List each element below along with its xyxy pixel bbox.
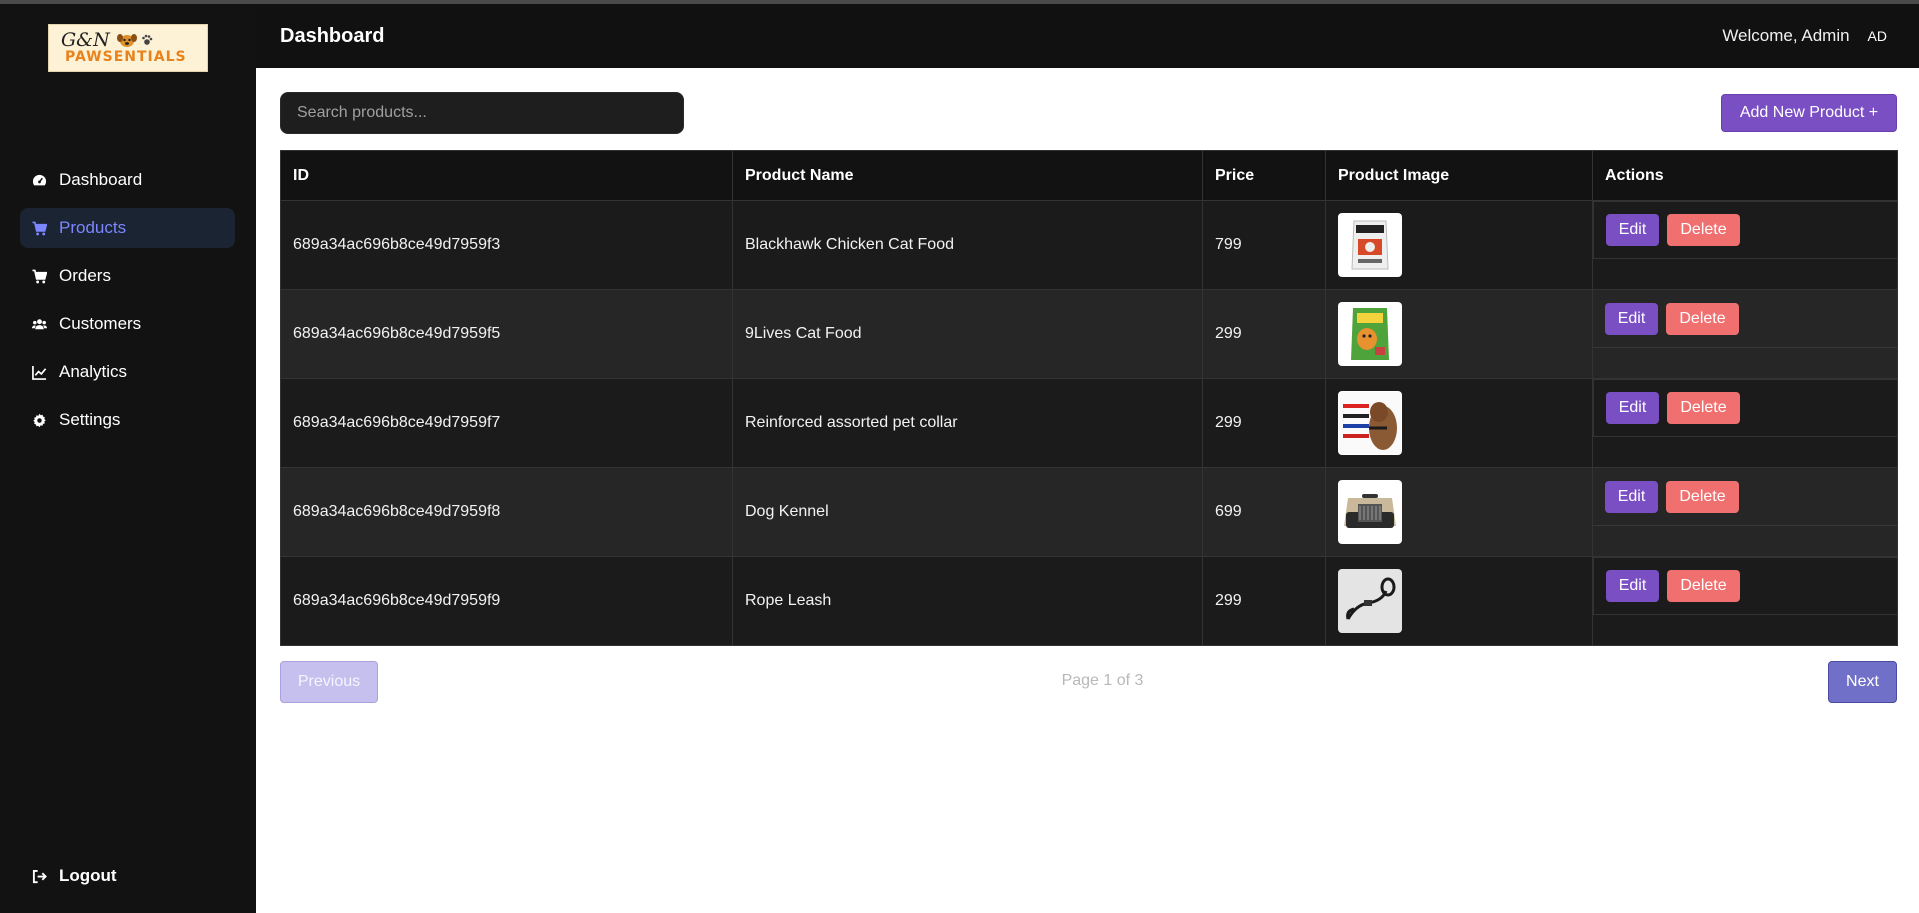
edit-button[interactable]: Edit xyxy=(1606,570,1659,602)
sidebar-item-label: Dashboard xyxy=(59,170,143,189)
brand-line2: PAWSENTIALS xyxy=(65,49,187,65)
product-image-cell xyxy=(1325,289,1593,379)
previous-page-button[interactable]: Previous xyxy=(280,661,378,703)
logout-label: Logout xyxy=(59,866,117,885)
edit-button[interactable]: Edit xyxy=(1606,214,1659,246)
brand-line1: G&N xyxy=(61,29,110,51)
chart-line-icon xyxy=(31,364,47,380)
product-name: Blackhawk Chicken Cat Food xyxy=(732,200,1203,290)
delete-button[interactable]: Delete xyxy=(1667,392,1740,424)
sidebar-item-label: Analytics xyxy=(59,362,128,381)
table-row: 689a34ac696b8ce49d7959f8 Dog Kennel 699 xyxy=(280,467,1898,557)
delete-button[interactable]: Delete xyxy=(1667,214,1740,246)
product-image[interactable] xyxy=(1338,391,1402,455)
product-id: 689a34ac696b8ce49d7959f3 xyxy=(280,200,733,290)
product-price: 799 xyxy=(1202,200,1326,290)
cart-icon xyxy=(31,220,47,236)
product-image[interactable] xyxy=(1338,213,1402,277)
user-area: Welcome, Admin AD xyxy=(1722,26,1887,46)
table-row: 689a34ac696b8ce49d7959f3 Blackhawk Chick… xyxy=(280,200,1898,290)
product-id: 689a34ac696b8ce49d7959f8 xyxy=(280,467,733,557)
brand-logo[interactable]: G&N PAWSENTIALS xyxy=(48,24,208,72)
table-header-row: ID Product Name Price Product Image Acti… xyxy=(280,150,1898,201)
column-header-image: Product Image xyxy=(1325,150,1593,201)
sign-out-icon xyxy=(31,868,47,884)
product-id: 689a34ac696b8ce49d7959f9 xyxy=(280,556,733,646)
product-name: Dog Kennel xyxy=(732,467,1203,557)
product-price: 299 xyxy=(1202,378,1326,468)
product-price: 299 xyxy=(1202,556,1326,646)
product-id: 689a34ac696b8ce49d7959f5 xyxy=(280,289,733,379)
sidebar-nav: Dashboard Products Orders Customers Anal… xyxy=(20,160,235,448)
product-image-cell xyxy=(1325,556,1593,646)
actions-cell: Edit Delete xyxy=(1592,200,1898,290)
table-row: 689a34ac696b8ce49d7959f9 Rope Leash 299 xyxy=(280,556,1898,646)
actions-cell: Edit Delete xyxy=(1592,378,1898,468)
welcome-text: Welcome, Admin xyxy=(1722,26,1850,45)
search-input[interactable] xyxy=(280,92,684,134)
table-row: 689a34ac696b8ce49d7959f5 9Lives Cat Food… xyxy=(280,289,1898,379)
dog-face-icon xyxy=(116,32,138,48)
product-name: Reinforced assorted pet collar xyxy=(732,378,1203,468)
sidebar-item-analytics[interactable]: Analytics xyxy=(20,352,235,392)
sidebar-item-orders[interactable]: Orders xyxy=(20,256,235,296)
top-header: Dashboard Welcome, Admin AD xyxy=(256,4,1919,68)
sidebar-item-label: Orders xyxy=(59,266,111,285)
edit-button[interactable]: Edit xyxy=(1605,480,1658,513)
next-page-button[interactable]: Next xyxy=(1828,661,1897,703)
product-price: 699 xyxy=(1202,467,1326,557)
cart-icon xyxy=(31,268,47,284)
avatar[interactable]: AD xyxy=(1868,28,1887,44)
product-image[interactable] xyxy=(1338,302,1402,366)
sidebar: G&N PAWSENTIALS Dashboard Products Order… xyxy=(0,4,256,913)
sidebar-item-label: Products xyxy=(59,218,127,237)
sidebar-item-dashboard[interactable]: Dashboard xyxy=(20,160,235,200)
product-name: 9Lives Cat Food xyxy=(732,289,1203,379)
gear-icon xyxy=(31,412,47,428)
product-price: 299 xyxy=(1202,289,1326,379)
column-header-actions: Actions xyxy=(1592,150,1898,201)
row-actions: Edit Delete xyxy=(1593,468,1897,526)
row-actions: Edit Delete xyxy=(1593,201,1898,259)
actions-cell: Edit Delete xyxy=(1592,556,1898,646)
column-header-price[interactable]: Price xyxy=(1202,150,1326,201)
product-image-cell xyxy=(1325,467,1593,557)
users-icon xyxy=(31,316,47,332)
page-title: Dashboard xyxy=(280,24,385,47)
row-actions: Edit Delete xyxy=(1593,379,1898,437)
sidebar-item-products[interactable]: Products xyxy=(20,208,235,248)
product-image-cell xyxy=(1325,200,1593,290)
column-header-id[interactable]: ID xyxy=(280,150,733,201)
sidebar-item-label: Customers xyxy=(59,314,142,333)
add-product-button[interactable]: Add New Product + xyxy=(1721,94,1897,132)
delete-button[interactable]: Delete xyxy=(1667,570,1740,602)
gauge-icon xyxy=(31,172,47,188)
product-image-cell xyxy=(1325,378,1593,468)
table-row: 689a34ac696b8ce49d7959f7 Reinforced asso… xyxy=(280,378,1898,468)
sidebar-item-customers[interactable]: Customers xyxy=(20,304,235,344)
page-indicator: Page 1 of 3 xyxy=(1061,672,1144,689)
row-actions: Edit Delete xyxy=(1593,557,1898,615)
sidebar-item-label: Settings xyxy=(59,410,121,429)
paw-print-icon xyxy=(141,34,153,46)
edit-button[interactable]: Edit xyxy=(1605,302,1658,335)
delete-button[interactable]: Delete xyxy=(1666,480,1739,513)
edit-button[interactable]: Edit xyxy=(1606,392,1659,424)
product-image[interactable] xyxy=(1338,569,1402,633)
product-image[interactable] xyxy=(1338,480,1402,544)
product-name: Rope Leash xyxy=(732,556,1203,646)
row-actions: Edit Delete xyxy=(1593,290,1897,348)
products-table: ID Product Name Price Product Image Acti… xyxy=(280,150,1898,646)
product-id: 689a34ac696b8ce49d7959f7 xyxy=(280,378,733,468)
column-header-name[interactable]: Product Name xyxy=(732,150,1203,201)
delete-button[interactable]: Delete xyxy=(1666,302,1739,335)
actions-cell: Edit Delete xyxy=(1592,467,1898,557)
sidebar-item-settings[interactable]: Settings xyxy=(20,400,235,440)
actions-cell: Edit Delete xyxy=(1592,289,1898,379)
logout-button[interactable]: Logout xyxy=(31,866,117,886)
products-table-wrapper: ID Product Name Price Product Image Acti… xyxy=(280,150,1898,646)
